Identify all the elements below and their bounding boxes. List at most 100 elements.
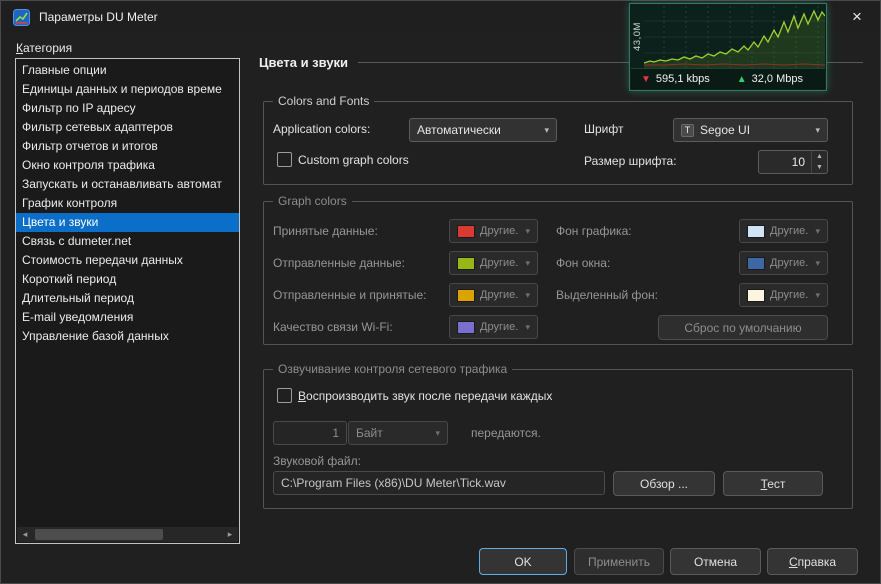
sound-file-input[interactable]: C:\Program Files (x86)\DU Meter\Tick.wav: [273, 471, 605, 495]
sidebar-item-report-filter[interactable]: Фильтр отчетов и итогов: [16, 137, 239, 156]
sidebar-item-email-alerts[interactable]: E-mail уведомления: [16, 308, 239, 327]
window-background-color-dropdown[interactable]: Другие... ▾: [739, 251, 828, 275]
browse-button[interactable]: Обзор ...: [613, 471, 715, 496]
scroll-right-icon[interactable]: ▸: [222, 527, 238, 542]
close-button[interactable]: ×: [834, 1, 880, 33]
chevron-down-icon: ▾: [519, 290, 530, 301]
scrollbar-thumb[interactable]: [35, 529, 163, 540]
chevron-down-icon: ▾: [429, 428, 440, 439]
sidebar-item-database[interactable]: Управление базой данных: [16, 327, 239, 346]
color-dropdown-label: Другие...: [480, 289, 519, 301]
play-sound-label: Воспроизводить звук после передачи кажды…: [298, 389, 552, 403]
sidebar-item-colors-sounds[interactable]: Цвета и звуки: [16, 213, 239, 232]
unit-value: Байт: [356, 426, 383, 440]
font-value: Segoe UI: [700, 123, 750, 137]
traffic-graph: [644, 6, 825, 69]
sent-received-color-dropdown[interactable]: Другие... ▾: [449, 283, 538, 307]
font-dropdown[interactable]: T Segoe UI ▾: [673, 118, 828, 142]
chevron-down-icon: ▾: [538, 125, 549, 136]
sound-file-path: C:\Program Files (x86)\DU Meter\Tick.wav: [281, 476, 506, 490]
cancel-label: Отмена: [694, 555, 737, 569]
sidebar-item-dumeter-net[interactable]: Связь с dumeter.net: [16, 232, 239, 251]
highlight-background-label: Выделенный фон:: [556, 288, 658, 302]
du-meter-app-icon: [13, 9, 30, 26]
options-dialog: Параметры DU Meter × Категория Главные о…: [0, 0, 881, 584]
font-size-stepper[interactable]: 10 ▲ ▼: [758, 150, 828, 174]
sidebar-item-main-options[interactable]: Главные опции: [16, 61, 239, 80]
sound-group-label: Озвучивание контроля сетевого трафика: [273, 362, 512, 376]
sidebar-item-graph-control[interactable]: График контроля: [16, 194, 239, 213]
reset-defaults-label: Сброс по умолчанию: [684, 321, 801, 335]
spin-down-icon[interactable]: ▼: [812, 162, 827, 173]
transfer-count-input[interactable]: 1: [273, 421, 347, 445]
transfer-count-value: 1: [332, 426, 339, 440]
apply-button[interactable]: Применить: [574, 548, 664, 575]
window-title: Параметры DU Meter: [39, 10, 158, 24]
color-swatch: [747, 225, 765, 238]
download-speed: 595,1 kbps: [656, 73, 710, 85]
spin-up-icon[interactable]: ▲: [812, 151, 827, 162]
sidebar-item-long-period[interactable]: Длительный период: [16, 289, 239, 308]
color-dropdown-label: Другие...: [480, 257, 519, 269]
play-sound-checkbox[interactable]: [277, 388, 292, 403]
download-arrow-icon: ▼: [641, 74, 651, 85]
sent-data-label: Отправленные данные:: [273, 256, 405, 270]
scroll-left-icon[interactable]: ◂: [17, 527, 33, 542]
test-button[interactable]: Тест: [723, 471, 823, 496]
du-meter-widget[interactable]: 43,0M ▼ 595,1 kbps ▲ 32,0 Mbps: [629, 3, 827, 91]
browse-label: Обзор ...: [640, 477, 688, 491]
reset-defaults-button[interactable]: Сброс по умолчанию: [658, 315, 828, 340]
help-button[interactable]: Справка: [767, 548, 858, 575]
custom-graph-colors-label: Custom graph colors: [298, 153, 409, 167]
color-swatch: [457, 321, 475, 334]
color-swatch: [457, 289, 475, 302]
cancel-button[interactable]: Отмена: [670, 548, 761, 575]
highlight-background-color-dropdown[interactable]: Другие... ▾: [739, 283, 828, 307]
graph-background-label: Фон графика:: [556, 224, 632, 238]
apply-label: Применить: [588, 555, 650, 569]
sidebar-item-traffic-window[interactable]: Окно контроля трафика: [16, 156, 239, 175]
transfer-suffix-label: передаются.: [471, 426, 541, 440]
sidebar-item-short-period[interactable]: Короткий период: [16, 270, 239, 289]
sidebar-item-units[interactable]: Единицы данных и периодов време: [16, 80, 239, 99]
unit-dropdown[interactable]: Байт ▾: [348, 421, 448, 445]
scrollbar-track[interactable]: [33, 527, 222, 542]
category-list: Главные опции Единицы данных и периодов …: [15, 58, 240, 544]
color-dropdown-label: Другие...: [480, 321, 519, 333]
custom-graph-colors-checkbox[interactable]: [277, 152, 292, 167]
application-colors-dropdown[interactable]: Автоматически ▾: [409, 118, 557, 142]
application-colors-value: Автоматически: [417, 123, 501, 137]
font-size-label: Размер шрифта:: [584, 154, 677, 168]
upload-speed: 32,0 Mbps: [752, 73, 803, 85]
graph-colors-group-label: Graph colors: [273, 194, 352, 208]
wifi-quality-color-dropdown[interactable]: Другие... ▾: [449, 315, 538, 339]
test-label: Тест: [761, 477, 786, 491]
sidebar-item-ip-filter[interactable]: Фильтр по IP адресу: [16, 99, 239, 118]
page-title: Цвета и звуки: [259, 55, 348, 70]
truetype-font-icon: T: [681, 124, 694, 137]
sent-received-label: Отправленные и принятые:: [273, 288, 427, 302]
color-swatch: [457, 257, 475, 270]
color-dropdown-label: Другие...: [770, 257, 809, 269]
horizontal-scrollbar[interactable]: ◂ ▸: [17, 527, 238, 542]
application-colors-label: Application colors:: [273, 122, 370, 136]
chevron-down-icon: ▾: [809, 226, 820, 237]
font-size-value: 10: [759, 151, 811, 173]
sidebar-item-adapter-filter[interactable]: Фильтр сетевых адаптеров: [16, 118, 239, 137]
ok-button[interactable]: OK: [479, 548, 567, 575]
chevron-down-icon: ▾: [809, 258, 820, 269]
sound-file-label: Звуковой файл:: [273, 454, 361, 468]
upload-arrow-icon: ▲: [737, 74, 747, 85]
sidebar-item-transfer-cost[interactable]: Стоимость передачи данных: [16, 251, 239, 270]
colors-fonts-group-label: Colors and Fonts: [273, 94, 374, 108]
color-dropdown-label: Другие...: [770, 289, 809, 301]
received-data-label: Принятые данные:: [273, 224, 378, 238]
window-background-label: Фон окна:: [556, 256, 610, 270]
received-data-color-dropdown[interactable]: Другие... ▾: [449, 219, 538, 243]
graph-background-color-dropdown[interactable]: Другие... ▾: [739, 219, 828, 243]
sidebar-item-autostart[interactable]: Запускать и останавливать автомат: [16, 175, 239, 194]
color-dropdown-label: Другие...: [770, 225, 809, 237]
sent-data-color-dropdown[interactable]: Другие... ▾: [449, 251, 538, 275]
wifi-quality-label: Качество связи Wi-Fi:: [273, 320, 393, 334]
chevron-down-icon: ▾: [809, 125, 820, 136]
